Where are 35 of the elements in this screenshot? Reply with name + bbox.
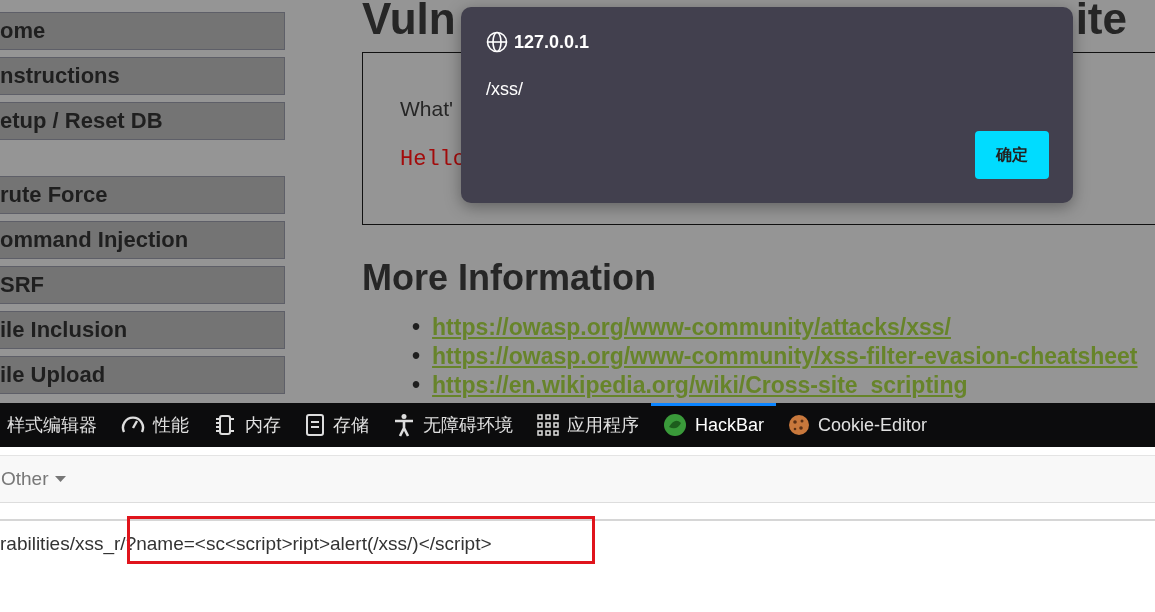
bullet: • xyxy=(412,342,421,371)
storage-icon xyxy=(305,414,325,436)
devtools-tab[interactable]: 性能 xyxy=(121,403,201,447)
accessibility-icon xyxy=(393,413,415,437)
section-heading: More Information xyxy=(362,257,656,298)
menu-item[interactable]: SRF xyxy=(0,266,285,304)
cookie-icon xyxy=(788,414,811,436)
page-title: Vuln xyxy=(362,0,456,42)
menu-item[interactable]: etup / Reset DB xyxy=(0,102,285,140)
hackbar-logo-icon xyxy=(663,413,687,437)
devtools-tab[interactable]: 无障碍环境 xyxy=(393,403,525,447)
prompt-text: What' xyxy=(400,97,454,120)
globe-icon xyxy=(486,31,508,53)
menu-item[interactable]: ommand Injection xyxy=(0,221,285,259)
menu-item[interactable]: ome xyxy=(0,12,285,50)
dialog-origin: 127.0.0.1 xyxy=(514,31,590,53)
devtools-tab[interactable]: Cookie-Editor xyxy=(788,403,940,447)
menu-item[interactable]: ile Inclusion xyxy=(0,311,285,349)
menu-item[interactable]: ile Upload xyxy=(0,356,285,394)
bullet: • xyxy=(412,371,421,400)
bullet: • xyxy=(412,313,421,342)
chip-icon xyxy=(213,414,237,436)
devtools-tab[interactable]: 样式编辑器 xyxy=(7,403,109,447)
menu-item[interactable]: rute Force xyxy=(0,176,285,214)
dialog-message: /xss/ xyxy=(486,79,523,99)
ok-button[interactable]: 确定 xyxy=(975,131,1049,179)
devtools-tab[interactable]: HackBar xyxy=(651,403,777,447)
menu-item[interactable]: nstructions xyxy=(0,57,285,95)
caret-icon xyxy=(54,476,66,482)
grid-icon xyxy=(537,414,559,436)
dropdown-menu[interactable]: Other xyxy=(0,467,72,491)
devtools-tab[interactable]: 应用程序 xyxy=(537,403,651,447)
page-title: ite xyxy=(1075,0,1127,42)
devtools-tab[interactable]: 内存 xyxy=(213,403,293,447)
devtools-tab[interactable]: 存储 xyxy=(305,403,381,447)
